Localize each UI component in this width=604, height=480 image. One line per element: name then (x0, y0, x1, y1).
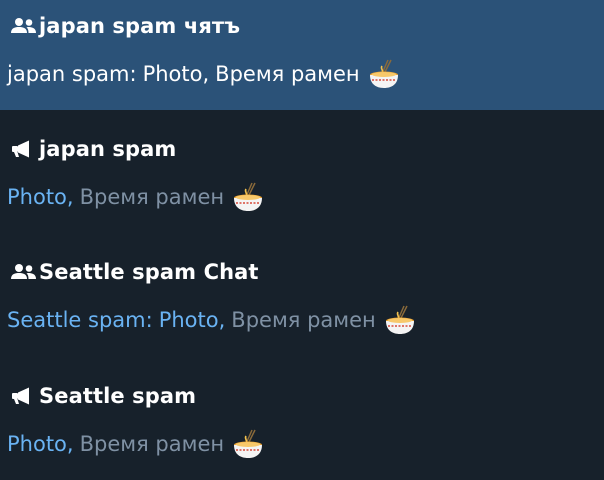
chat-title-row: japan spam чятъ (9, 13, 240, 39)
chat-preview-row: Photo, Время рамен (7, 427, 264, 461)
chat-item-japan-spam-channel[interactable]: japan spam Photo, Время рамен (0, 123, 604, 233)
preview-media-label: Photo, (7, 432, 74, 456)
preview-text: Время рамен (231, 308, 376, 332)
preview-media-label: Photo, (158, 308, 226, 332)
ramen-bowl-icon (232, 428, 264, 460)
preview-sender: Seattle spam: (7, 308, 153, 332)
preview-text: Время рамен (79, 432, 225, 456)
group-icon (9, 262, 39, 282)
chat-title-row: Seattle spam Chat (9, 259, 259, 285)
chat-title: japan spam (39, 137, 177, 161)
chat-item-seattle-spam-channel[interactable]: Seattle spam Photo, Время рамен (0, 370, 604, 480)
chat-title: japan spam чятъ (39, 14, 241, 38)
ramen-bowl-icon (368, 58, 400, 90)
chat-title-row: Seattle spam (9, 383, 196, 409)
chat-title-row: japan spam (9, 136, 176, 162)
group-icon (9, 16, 39, 36)
ramen-bowl-icon (232, 181, 264, 213)
chat-preview-row: Photo, Время рамен (7, 180, 264, 214)
preview-text: Время рамен (79, 185, 225, 209)
chat-item-japan-spam-chat[interactable]: japan spam чятъ japan spam: Photo, Время… (0, 0, 604, 110)
chat-preview-row: Seattle spam: Photo, Время рамен (7, 303, 416, 337)
megaphone-icon (9, 386, 39, 406)
preview-media-label: Photo, (142, 62, 210, 86)
chat-preview-row: japan spam: Photo, Время рамен (7, 57, 400, 91)
chat-title: Seattle spam Chat (39, 260, 259, 284)
preview-sender: japan spam: (7, 62, 137, 86)
chat-item-seattle-spam-chat[interactable]: Seattle spam Chat Seattle spam: Photo, В… (0, 246, 604, 356)
preview-text: Время рамен (215, 62, 360, 86)
preview-media-label: Photo, (7, 185, 74, 209)
ramen-bowl-icon (384, 304, 416, 336)
chat-list: japan spam чятъ japan spam: Photo, Время… (0, 0, 604, 480)
chat-title: Seattle spam (39, 384, 197, 408)
megaphone-icon (9, 139, 39, 159)
